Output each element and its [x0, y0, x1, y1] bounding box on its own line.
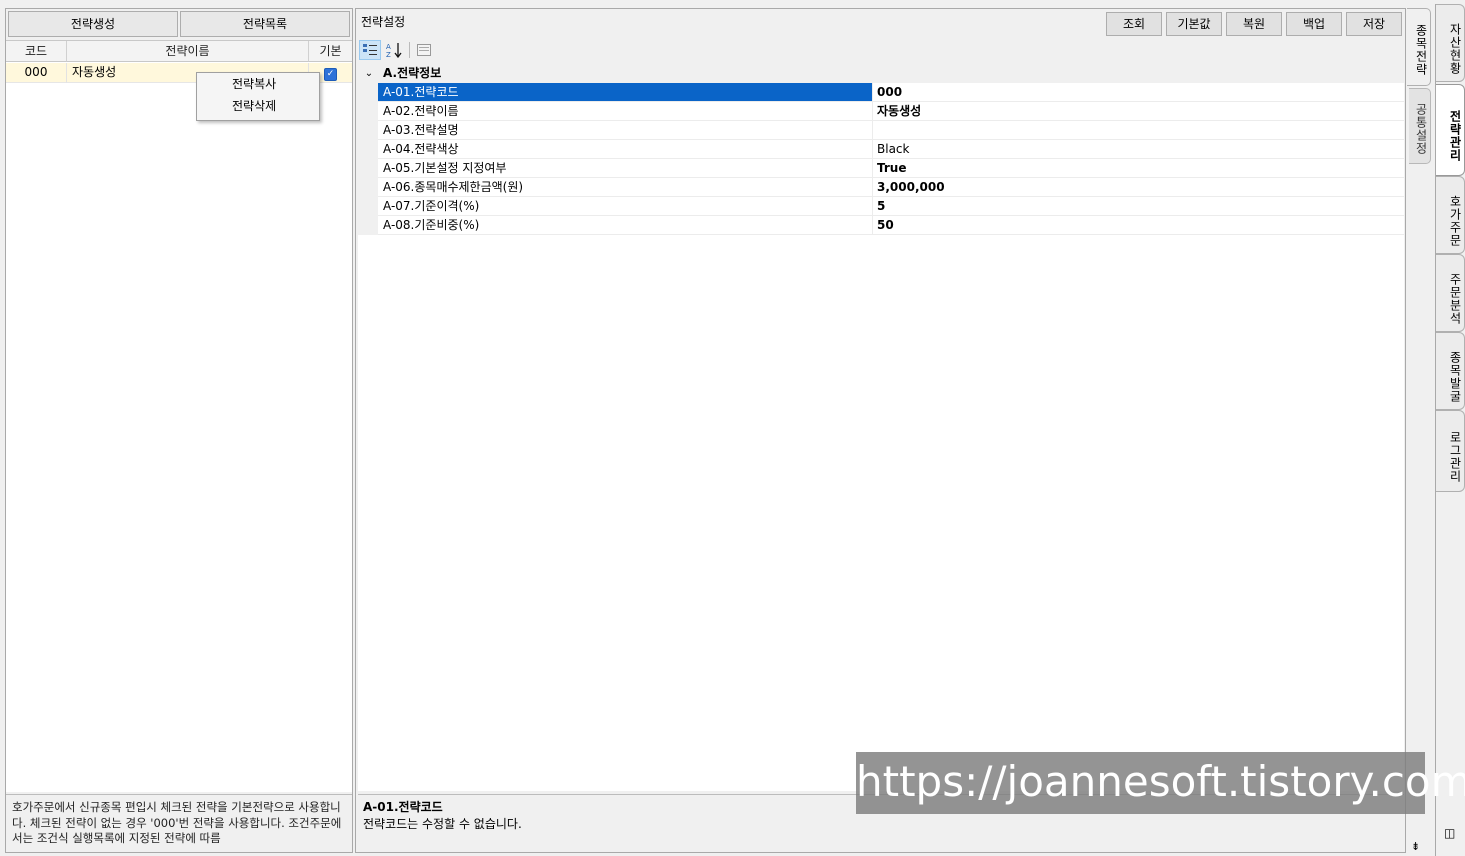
property-value[interactable]: Black: [873, 140, 1404, 159]
collapse-panel-icon[interactable]: ◫: [1444, 826, 1455, 840]
categorized-icon[interactable]: [359, 40, 381, 60]
property-row[interactable]: A-01.전략코드 000: [358, 83, 1404, 102]
strategy-context-menu: 전략복사 전략삭제: [196, 72, 320, 121]
watermark-url: https://joannesoft.tistory.com: [856, 752, 1465, 814]
property-name[interactable]: A-06.종목매수제한금액(원): [378, 178, 873, 197]
restore-button[interactable]: 복원: [1226, 12, 1282, 36]
property-name[interactable]: A-08.기준비중(%): [378, 216, 873, 235]
property-name[interactable]: A-07.기준이격(%): [378, 197, 873, 216]
property-row[interactable]: A-04.전략색상 Black: [358, 140, 1404, 159]
strategy-list-button[interactable]: 전략목록: [180, 11, 350, 37]
side-tab-logs[interactable]: 로그관리: [1436, 410, 1465, 492]
property-value[interactable]: 5: [873, 197, 1404, 216]
row-gutter: [358, 178, 378, 197]
column-header-code[interactable]: 코드: [6, 41, 67, 62]
category-title: A.전략정보: [383, 66, 442, 80]
side-vertical-tabs: 자산현황 전략관리 호가주문 주문분석 종목발굴 로그관리 ◫: [1435, 4, 1465, 856]
tabs-scroll-down-icon[interactable]: ⇟: [1411, 840, 1420, 853]
side-tab-order-analysis[interactable]: 주문분석: [1436, 254, 1465, 332]
property-value[interactable]: True: [873, 159, 1404, 178]
property-name[interactable]: A-03.전략설명: [378, 121, 873, 140]
query-button[interactable]: 조회: [1106, 12, 1162, 36]
create-strategy-button[interactable]: 전략생성: [8, 11, 178, 37]
property-name[interactable]: A-04.전략색상: [378, 140, 873, 159]
save-button[interactable]: 저장: [1346, 12, 1402, 36]
property-row[interactable]: A-03.전략설명: [358, 121, 1404, 140]
row-gutter: [358, 197, 378, 216]
row-gutter: [358, 159, 378, 178]
property-grid: ⌄ A.전략정보 A-01.전략코드 000 A-02.전략이름 자동생성 A-03.전…: [358, 64, 1404, 791]
backup-button[interactable]: 백업: [1286, 12, 1342, 36]
property-toolbar: A Z: [357, 39, 1404, 61]
property-name[interactable]: A-01.전략코드: [378, 83, 873, 102]
inner-vertical-tabs: 종목전략 공통설정 ⇟: [1407, 8, 1433, 853]
strategy-list-panel: 전략생성 전략목록 코드 전략이름 기본 000 자동생성 ✓ 호가주문에서 신…: [5, 8, 353, 853]
table-cell-code[interactable]: 000: [6, 63, 67, 83]
property-value[interactable]: 3,000,000: [873, 178, 1404, 197]
side-tab-order[interactable]: 호가주문: [1436, 176, 1465, 254]
column-header-default[interactable]: 기본: [309, 41, 352, 62]
strategy-grid: 코드 전략이름 기본 000 자동생성 ✓: [6, 40, 352, 792]
delete-strategy-menu-item[interactable]: 전략삭제: [198, 96, 318, 117]
property-value[interactable]: 000: [873, 83, 1404, 102]
default-checkbox[interactable]: ✓: [324, 68, 337, 81]
property-row[interactable]: A-02.전략이름 자동생성: [358, 102, 1404, 121]
side-tab-strategy[interactable]: 전략관리: [1436, 84, 1465, 176]
column-header-name[interactable]: 전략이름: [67, 41, 309, 62]
svg-text:A: A: [386, 43, 391, 51]
property-value[interactable]: 50: [873, 216, 1404, 235]
property-row[interactable]: A-05.기본설정 지정여부 True: [358, 159, 1404, 178]
side-tab-assets[interactable]: 자산현황: [1436, 4, 1465, 82]
property-pages-icon[interactable]: [413, 40, 435, 60]
property-value[interactable]: 자동생성: [873, 102, 1404, 121]
row-gutter: [358, 102, 378, 121]
collapse-chevron-icon[interactable]: ⌄: [363, 64, 375, 83]
property-row[interactable]: A-06.종목매수제한금액(원) 3,000,000: [358, 178, 1404, 197]
property-name[interactable]: A-05.기본설정 지정여부: [378, 159, 873, 178]
property-row[interactable]: A-07.기준이격(%) 5: [358, 197, 1404, 216]
default-values-button[interactable]: 기본값: [1166, 12, 1222, 36]
category-row[interactable]: ⌄ A.전략정보: [358, 64, 1404, 83]
row-gutter: [358, 83, 378, 102]
property-row[interactable]: A-08.기준비중(%) 50: [358, 216, 1404, 235]
svg-text:Z: Z: [386, 51, 391, 58]
property-name[interactable]: A-02.전략이름: [378, 102, 873, 121]
row-gutter: [358, 216, 378, 235]
help-text: 전략코드는 수정할 수 없습니다.: [363, 817, 522, 831]
settings-title: 전략설정: [361, 15, 406, 29]
row-gutter: [358, 121, 378, 140]
copy-strategy-menu-item[interactable]: 전략복사: [198, 74, 318, 95]
property-value[interactable]: [873, 121, 1404, 140]
sort-az-icon[interactable]: A Z: [383, 40, 405, 60]
strategy-settings-panel: 전략설정 조회 기본값 복원 백업 저장 A Z ⌄ A.전략정보 A-01.전…: [355, 8, 1406, 853]
row-gutter: [358, 140, 378, 159]
side-tab-discovery[interactable]: 종목발굴: [1436, 332, 1465, 410]
default-strategy-info: 호가주문에서 신규종목 편입시 체크된 전략을 기본전략으로 사용합니다. 체크…: [6, 794, 352, 852]
tab-strategy-by-stock[interactable]: 종목전략: [1407, 8, 1431, 86]
tab-common-settings[interactable]: 공통설정: [1409, 88, 1431, 164]
